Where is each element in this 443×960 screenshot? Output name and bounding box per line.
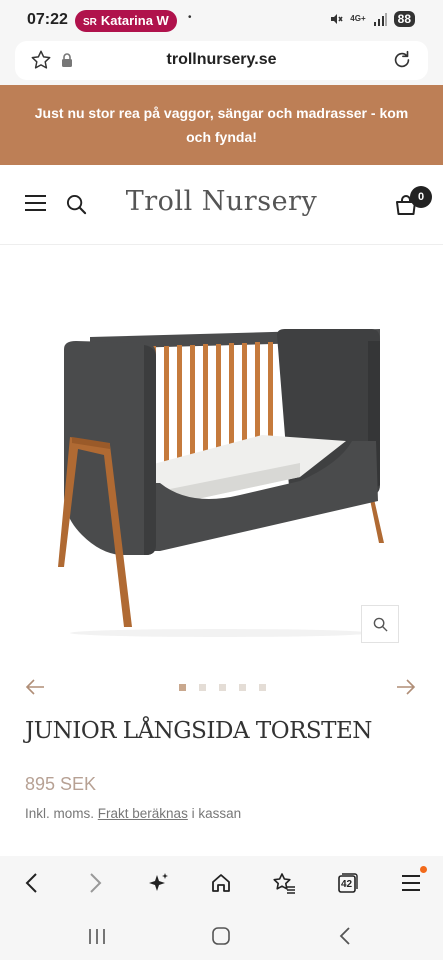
network-type: 4G+ (350, 14, 366, 23)
status-time: 07:22 (27, 11, 68, 28)
back-icon[interactable] (18, 870, 44, 896)
browser-menu-icon[interactable] (398, 870, 424, 896)
caller-name: Katarina W (100, 13, 169, 28)
tab-count: 42 (341, 879, 353, 890)
shipping-link[interactable]: Frakt beräknas (98, 806, 188, 821)
gallery-dot[interactable] (239, 684, 246, 691)
product-image[interactable] (0, 245, 443, 665)
vat-prefix: Inkl. moms. (25, 806, 95, 821)
product-price: 895 SEK (25, 774, 97, 794)
brand-logo[interactable]: Troll Nursery (0, 186, 443, 217)
recents-icon[interactable] (88, 928, 106, 945)
promo-banner[interactable]: Just nu stor rea på vaggor, sängar och m… (0, 85, 443, 165)
gallery-dot[interactable] (259, 684, 266, 691)
back-nav-icon[interactable] (339, 926, 351, 946)
url-text[interactable]: trollnursery.se (15, 51, 428, 69)
browser-url-area: trollnursery.se (0, 40, 443, 85)
status-bar: 07:22 SR Katarina W • 4G+ 88 (0, 0, 443, 40)
status-icons: 4G+ 88 (329, 11, 415, 27)
bookmarks-icon[interactable] (271, 870, 297, 896)
reload-icon[interactable] (391, 49, 413, 71)
gallery-dot[interactable] (219, 684, 226, 691)
home-icon[interactable] (208, 870, 234, 896)
android-nav-bar (0, 912, 443, 960)
crib-illustration (58, 329, 384, 637)
zoom-icon (373, 617, 388, 632)
vat-info: Inkl. moms. Frakt beräknas i kassan (25, 806, 241, 821)
forward-icon[interactable] (83, 870, 109, 896)
vat-suffix: i kassan (191, 806, 242, 821)
product-title: JUNIOR LÅNGSIDA TORSTEN (25, 718, 372, 744)
caller-app-mark: SR (83, 17, 97, 28)
tabs-icon[interactable]: 42 (334, 870, 360, 896)
ongoing-call-pill[interactable]: SR Katarina W (75, 10, 177, 32)
home-nav-icon[interactable] (211, 926, 231, 946)
arrow-left-icon[interactable] (25, 678, 45, 696)
address-bar[interactable]: trollnursery.se (15, 41, 428, 80)
browser-toolbar: 42 (0, 856, 443, 912)
battery-level: 88 (393, 11, 415, 27)
zoom-button[interactable] (361, 605, 399, 643)
menu-notification-dot (420, 866, 427, 873)
notification-dot: • (188, 12, 192, 23)
signal-icon (373, 12, 387, 26)
gallery-dots (179, 684, 266, 691)
site-header: Troll Nursery 0 (0, 165, 443, 245)
mute-icon (331, 14, 343, 24)
arrow-right-icon[interactable] (396, 678, 416, 696)
gallery-dot[interactable] (179, 684, 186, 691)
sparkle-icon[interactable] (145, 870, 171, 896)
gallery-dot[interactable] (199, 684, 206, 691)
cart-count-badge[interactable]: 0 (410, 186, 432, 208)
